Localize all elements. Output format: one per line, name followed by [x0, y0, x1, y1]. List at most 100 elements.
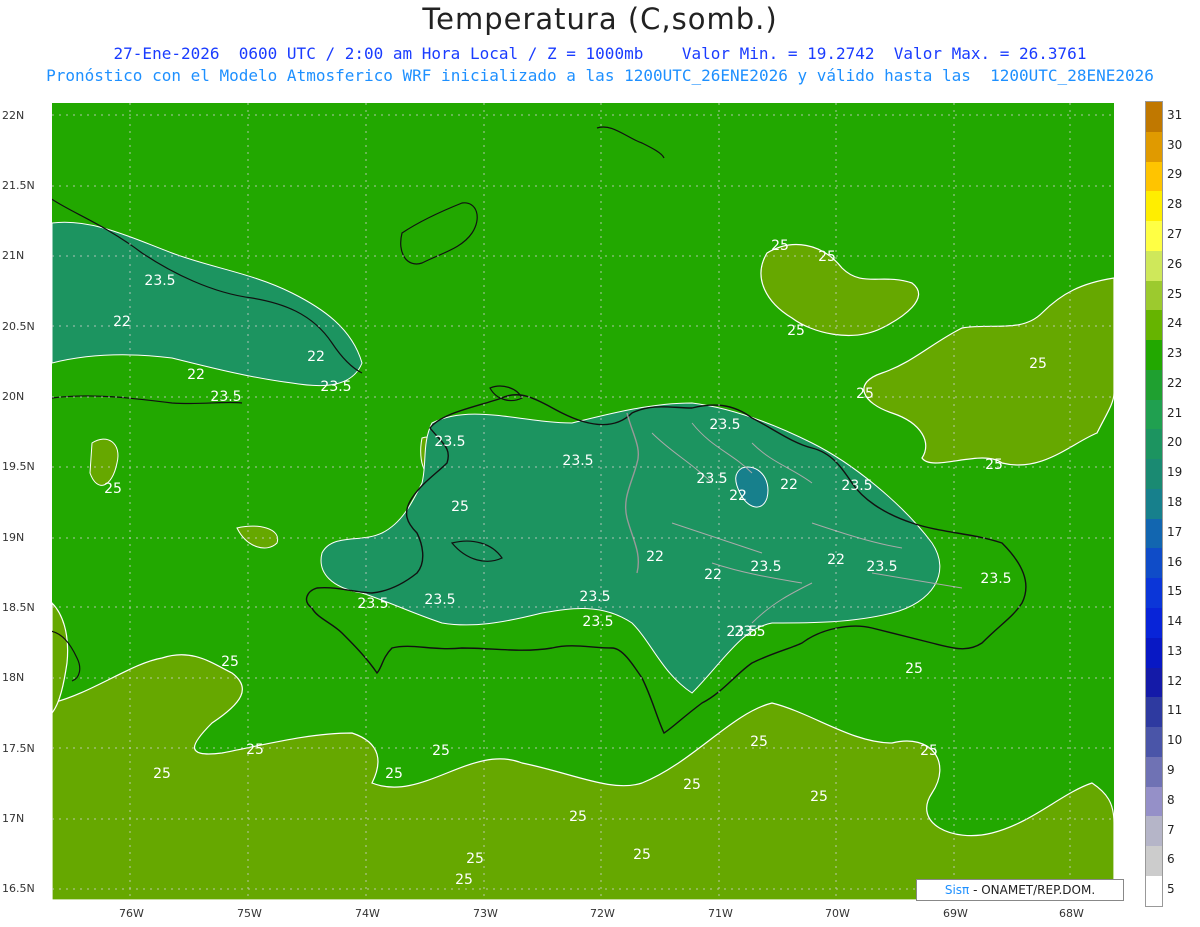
colorbar-cell — [1146, 280, 1162, 311]
contour-label: 23.5 — [320, 379, 351, 395]
colorbar-cell — [1146, 846, 1162, 876]
colorbar-cell — [1146, 875, 1162, 906]
colorbar-label: 10 — [1167, 733, 1183, 748]
colorbar-cell — [1146, 727, 1162, 757]
colorbar-label: 9 — [1167, 763, 1175, 777]
lat-label: 20.5N — [2, 320, 35, 333]
colorbar-cell — [1146, 637, 1162, 668]
contour-label: 22 — [729, 488, 747, 504]
colorbar-cell — [1146, 250, 1162, 281]
contour-label: 23.5 — [582, 614, 613, 630]
contour-label: 25 — [633, 847, 651, 863]
colorbar-label: 23 — [1167, 346, 1183, 361]
colorbar-label: 27 — [1167, 227, 1183, 241]
colorbar-label: 13 — [1167, 643, 1183, 658]
contour-label: 25 — [104, 481, 122, 497]
contour-label: 22 — [827, 552, 845, 568]
lat-label: 18.5N — [2, 601, 35, 614]
colorbar-cell — [1146, 399, 1162, 430]
contour-label: 23.5 — [434, 434, 465, 450]
contour-label: 25 — [810, 789, 828, 805]
colorbar-label: 26 — [1167, 256, 1183, 271]
lon-label: 75W — [237, 907, 262, 920]
lat-label: 22N — [2, 109, 25, 122]
colorbar-label: 29 — [1167, 167, 1183, 182]
colorbar-label: 28 — [1167, 197, 1183, 212]
lon-label: 71W — [708, 907, 733, 920]
contour-label: 25 — [221, 654, 239, 670]
colorbar-cell — [1146, 667, 1162, 698]
colorbar-label: 17 — [1167, 524, 1183, 539]
colorbar-label: 11 — [1167, 703, 1183, 718]
colorbar-cell — [1146, 786, 1162, 817]
contour-label: 22 — [307, 349, 325, 365]
contour-label: 22 — [780, 477, 798, 493]
contour-label: 25 — [818, 249, 836, 265]
contour-label: 23.5 — [562, 453, 593, 469]
colorbar-label: 7 — [1167, 822, 1175, 837]
colorbar-cell — [1146, 310, 1162, 341]
contour-label: 23.5 — [750, 559, 781, 575]
lon-label: 76W — [119, 907, 144, 920]
colorbar-label: 12 — [1167, 673, 1183, 688]
lat-label: 16.5N — [2, 882, 35, 895]
colorbar-cell — [1146, 697, 1162, 728]
contour-label: 23.5 — [424, 592, 455, 608]
credit-logo: Sisπ — [944, 883, 970, 897]
contour-label: 25 — [466, 851, 484, 867]
colorbar-cell — [1146, 608, 1162, 638]
colorbar-cell — [1146, 340, 1162, 370]
contour-label: 25 — [432, 743, 450, 759]
contour-label: 25 — [385, 766, 403, 782]
contour-label: 25 — [683, 777, 701, 793]
lat-label: 18N — [2, 671, 25, 684]
colorbar-label: 5 — [1167, 882, 1175, 897]
colorbar-cell — [1146, 369, 1162, 400]
colorbar-cell — [1146, 131, 1162, 162]
contour-label: 23.5 — [734, 624, 765, 640]
colorbar-label: 30 — [1167, 137, 1183, 152]
contour-label: 23.5 — [696, 471, 727, 487]
contour-label: 22 — [646, 549, 664, 565]
colorbar-label: 25 — [1167, 286, 1183, 301]
colorbar-label: 6 — [1167, 852, 1175, 867]
credit-text: - ONAMET/REP.DOM. — [969, 883, 1096, 897]
colorbar-cell — [1146, 459, 1162, 489]
map-area[interactable]: 25 25 25 25 25 25 25 25 25 25 25 25 25 2… — [52, 103, 1114, 900]
lat-label: 17.5N — [2, 742, 35, 755]
contour-label: 25 — [985, 457, 1003, 473]
lat-label: 21.5N — [2, 179, 35, 192]
colorbar-label: 15 — [1167, 584, 1183, 599]
contour-label: 23.5 — [866, 559, 897, 575]
colorbar-cell — [1146, 191, 1162, 222]
contour-label: 25 — [787, 323, 805, 339]
colorbar-cell — [1146, 548, 1162, 579]
colorbar — [1145, 101, 1163, 907]
lat-label: 20N — [2, 390, 25, 403]
colorbar-label: 19 — [1167, 465, 1183, 480]
contour-label: 25 — [451, 499, 469, 515]
lon-label: 74W — [355, 907, 380, 920]
colorbar-cell — [1146, 816, 1162, 847]
colorbar-cell — [1146, 102, 1162, 132]
subtitle-line-1: 27-Ene-2026 0600 UTC / 2:00 am Hora Loca… — [113, 44, 1087, 63]
lat-label: 21N — [2, 249, 25, 262]
lat-label: 19N — [2, 531, 25, 544]
lon-label: 73W — [473, 907, 498, 920]
colorbar-label: 20 — [1167, 435, 1183, 450]
lon-label: 70W — [825, 907, 850, 920]
subtitle-line-2: Pronóstico con el Modelo Atmosferico WRF… — [46, 66, 1154, 85]
colorbar-cell — [1146, 518, 1162, 549]
colorbar-cell — [1146, 161, 1162, 192]
lon-label: 69W — [943, 907, 968, 920]
contour-label: 23.5 — [210, 389, 241, 405]
contour-label: 23.5 — [579, 589, 610, 605]
contour-label: 23.5 — [144, 273, 175, 289]
lon-label: 68W — [1059, 907, 1084, 920]
colorbar-cell — [1146, 578, 1162, 609]
contour-label: 25 — [856, 386, 874, 402]
contour-label: 25 — [153, 766, 171, 782]
contour-label: 25 — [246, 742, 264, 758]
contour-label: 25 — [455, 872, 473, 888]
colorbar-label: 8 — [1167, 792, 1175, 807]
